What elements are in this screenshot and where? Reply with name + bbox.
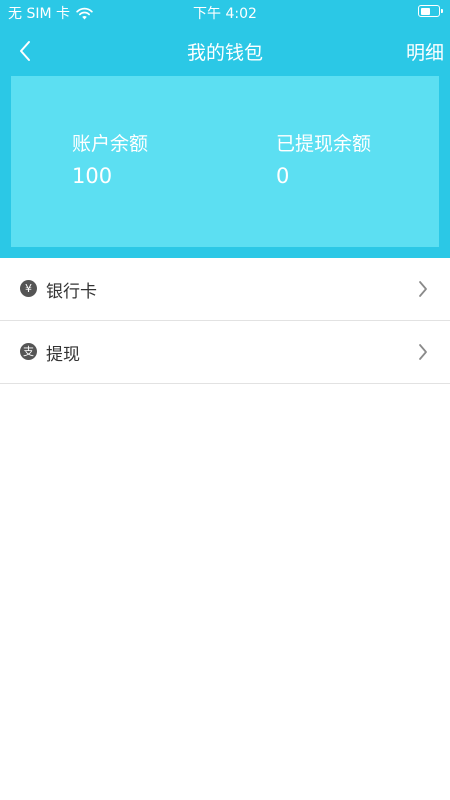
status-bar: 无 SIM 卡 下午 4:02 (0, 0, 450, 24)
alipay-icon: 支 (20, 343, 37, 360)
balance-card: 账户余额 100 已提现余额 0 (11, 76, 439, 247)
account-balance-value: 100 (72, 164, 113, 188)
balance-section: 账户余额 100 已提现余额 0 (0, 76, 450, 258)
battery-icon (418, 5, 443, 17)
account-balance-label: 账户余额 (72, 133, 149, 155)
nav-bar: 我的钱包 明细 (0, 24, 450, 76)
menu-item-label: 提现 (46, 345, 80, 365)
status-time: 下午 4:02 (193, 6, 257, 22)
menu-item-label: 银行卡 (46, 282, 97, 302)
menu-list: ¥ 银行卡 支 提现 (0, 258, 450, 384)
yen-icon: ¥ (20, 280, 37, 297)
chevron-right-icon (419, 281, 427, 297)
withdrawn-balance: 已提现余额 0 (276, 132, 371, 189)
menu-item-bank-card[interactable]: ¥ 银行卡 (0, 258, 450, 321)
menu-item-withdraw[interactable]: 支 提现 (0, 321, 450, 384)
withdrawn-balance-value: 0 (276, 164, 290, 188)
chevron-right-icon (419, 344, 427, 360)
detail-button[interactable]: 明细 (406, 38, 444, 65)
account-balance: 账户余额 100 (72, 132, 148, 189)
withdrawn-balance-label: 已提现余额 (276, 133, 372, 155)
page-title: 我的钱包 (186, 42, 263, 64)
